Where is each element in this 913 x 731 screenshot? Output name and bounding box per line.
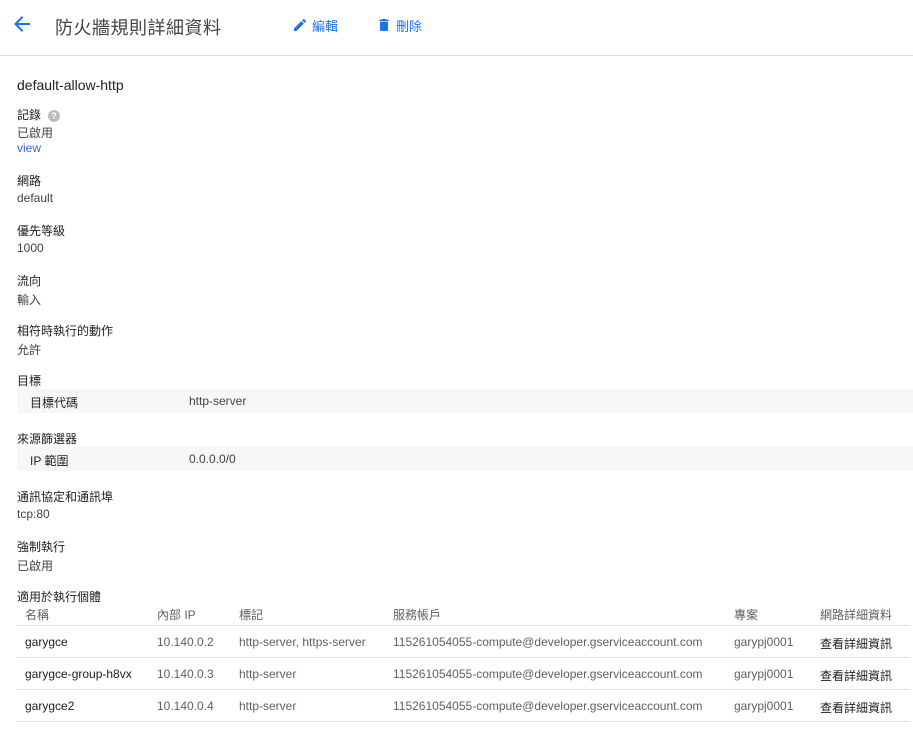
enforcement-label: 強制執行 xyxy=(17,540,66,554)
action-label: 相符時執行的動作 xyxy=(17,324,114,338)
direction-label: 流向 xyxy=(17,274,42,288)
table-row: garygce 10.140.0.2 http-server, https-se… xyxy=(17,626,910,658)
targets-value: http-server xyxy=(189,394,247,408)
header-tags[interactable]: 標記 xyxy=(239,606,263,623)
protocols-label: 通訊協定和通訊埠 xyxy=(17,490,114,504)
header-service-account[interactable]: 服務帳戶 xyxy=(393,606,441,623)
view-details-link[interactable]: 查看詳細資訊 xyxy=(820,667,892,684)
logs-label-text: 記錄 xyxy=(17,108,42,122)
table-header: 名稱 內部 IP 標記 服務帳戶 專案 網路詳細資料 xyxy=(17,602,910,626)
priority-value: 1000 xyxy=(17,241,44,255)
trash-icon xyxy=(379,19,389,31)
action-value: 允許 xyxy=(17,343,42,357)
protocols-value: tcp:80 xyxy=(17,507,50,521)
priority-label: 優先等級 xyxy=(17,224,66,238)
instance-tags: http-server xyxy=(239,667,297,681)
instance-name[interactable]: garygce-group-h8vx xyxy=(25,667,132,681)
targets-key: 目標代碼 xyxy=(30,396,79,410)
targets-row: 目標代碼 http-server xyxy=(17,389,913,413)
arrow-left-icon xyxy=(14,16,30,32)
source-filter-value: 0.0.0.0/0 xyxy=(189,452,236,466)
instance-project: garypj0001 xyxy=(734,699,794,713)
instance-name[interactable]: garygce xyxy=(25,635,68,649)
rule-name: default-allow-http xyxy=(17,77,124,93)
source-filter-key: IP 範圍 xyxy=(30,454,69,468)
header-project[interactable]: 專案 xyxy=(734,606,758,623)
view-details-link[interactable]: 查看詳細資訊 xyxy=(820,635,892,652)
back-button[interactable] xyxy=(8,10,36,38)
enforcement-value: 已啟用 xyxy=(17,559,54,573)
instance-tags: http-server, https-server xyxy=(239,635,366,649)
logs-label: 記錄? xyxy=(17,106,61,123)
instances-table: 名稱 內部 IP 標記 服務帳戶 專案 網路詳細資料 garygce 10.14… xyxy=(17,602,910,722)
view-details-link[interactable]: 查看詳細資訊 xyxy=(820,699,892,716)
page-title: 防火牆規則詳細資料 xyxy=(55,18,222,38)
network-value: default xyxy=(17,191,54,205)
logs-value: 已啟用 xyxy=(17,126,54,140)
delete-label: 刪除 xyxy=(396,18,423,34)
instance-name[interactable]: garygce2 xyxy=(25,699,74,713)
network-label: 網路 xyxy=(17,174,42,188)
instance-tags: http-server xyxy=(239,699,297,713)
instance-ip: 10.140.0.3 xyxy=(157,667,214,681)
edit-label: 編輯 xyxy=(312,18,339,34)
direction-value: 輸入 xyxy=(17,293,42,307)
instance-service-account: 115261054055-compute@developer.gservicea… xyxy=(393,667,703,681)
logs-view-link[interactable]: view xyxy=(17,141,41,155)
pencil-icon xyxy=(294,18,307,31)
instance-ip: 10.140.0.4 xyxy=(157,699,214,713)
header-name[interactable]: 名稱 xyxy=(25,606,49,623)
instance-service-account: 115261054055-compute@developer.gservicea… xyxy=(393,699,703,713)
instance-project: garypj0001 xyxy=(734,635,794,649)
instance-ip: 10.140.0.2 xyxy=(157,635,214,649)
delete-button[interactable]: 刪除 xyxy=(376,15,422,35)
instance-service-account: 115261054055-compute@developer.gservicea… xyxy=(393,635,703,649)
source-filter-label: 來源篩選器 xyxy=(17,432,78,446)
header-internal-ip[interactable]: 內部 IP xyxy=(157,606,196,623)
help-icon[interactable]: ? xyxy=(48,109,61,122)
instance-project: garypj0001 xyxy=(734,667,794,681)
page-header: 防火牆規則詳細資料 編輯 刪除 xyxy=(0,0,913,56)
table-row: garygce-group-h8vx 10.140.0.3 http-serve… xyxy=(17,658,910,690)
header-network-details[interactable]: 網路詳細資料 xyxy=(820,606,892,623)
source-filter-row: IP 範圍 0.0.0.0/0 xyxy=(17,447,913,471)
table-row: garygce2 10.140.0.4 http-server 11526105… xyxy=(17,690,910,722)
targets-label: 目標 xyxy=(17,374,42,388)
edit-button[interactable]: 編輯 xyxy=(292,15,338,35)
